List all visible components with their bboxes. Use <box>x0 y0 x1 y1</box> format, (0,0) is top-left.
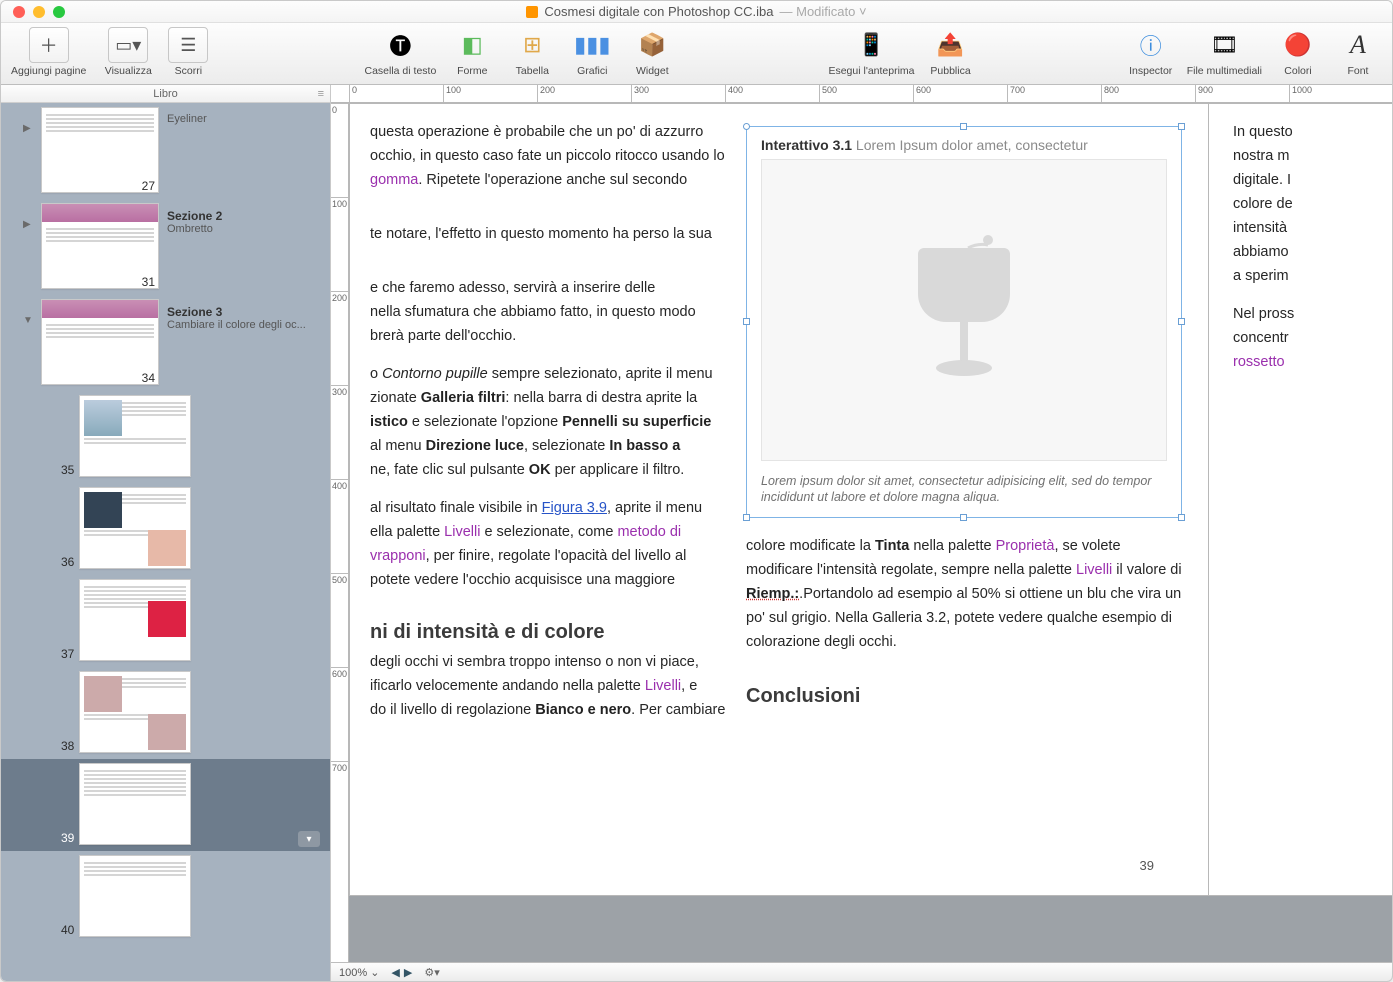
document-status[interactable]: — Modificato ˅ <box>779 4 866 19</box>
link[interactable]: rossetto <box>1233 354 1285 370</box>
maximize-icon[interactable] <box>53 6 65 18</box>
sidebar-item[interactable]: ▶ 31 Sezione 2 Ombretto <box>1 199 330 295</box>
status-bar: 100% ⌄ ◀▶ ⚙︎▾ <box>331 962 1392 981</box>
sidebar-item[interactable]: ▶ 27 Eyeliner <box>1 103 330 199</box>
keynote-icon <box>904 228 1024 393</box>
sidebar-item[interactable]: ▼ 34 Sezione 3 Cambiare il colore degli … <box>1 295 330 391</box>
colors-button[interactable]: 🔴Colori <box>1274 27 1322 77</box>
sidebar-item[interactable]: 36 <box>1 483 330 575</box>
minimize-icon[interactable] <box>33 6 45 18</box>
inspector-button[interactable]: ⓘInspector <box>1127 27 1175 77</box>
page-number: 39 <box>1140 858 1154 873</box>
widget-title[interactable]: Interattivo 3.1 Lorem Ipsum dolor amet, … <box>747 127 1181 159</box>
fonts-button[interactable]: AFont <box>1334 27 1382 77</box>
link[interactable]: metodo di <box>617 524 681 540</box>
chevron-right-icon[interactable]: ▶ <box>23 123 31 134</box>
link[interactable]: Livelli <box>1076 562 1112 578</box>
resize-handle[interactable] <box>743 123 750 130</box>
resize-handle[interactable] <box>1178 514 1185 521</box>
next-page-icon: ▶ <box>402 967 414 979</box>
sidebar-item[interactable]: 37 <box>1 575 330 667</box>
text-column-right[interactable]: colore modificate la Tinta nella palette… <box>746 534 1182 708</box>
text-column-left[interactable]: questa operazione è probabile che un po'… <box>370 120 740 722</box>
gear-icon[interactable]: ⚙︎▾ <box>424 966 439 979</box>
sidebar-header: Libro ≡ <box>1 85 330 103</box>
widget-button[interactable]: 📦Widget <box>628 27 676 77</box>
widget-caption[interactable]: Lorem ipsum dolor sit amet, consectetur … <box>747 471 1181 517</box>
close-icon[interactable] <box>13 6 25 18</box>
charts-button[interactable]: ▮▮▮Grafici <box>568 27 616 77</box>
publish-button[interactable]: 📤Pubblica <box>927 27 975 77</box>
link[interactable]: Proprietà <box>996 538 1055 554</box>
toolbar: ＋ Aggiungi pagine ▭▾ Visualizza ☰ Scorri… <box>1 23 1392 85</box>
scroll-button[interactable]: ☰ Scorri <box>164 27 212 77</box>
link[interactable]: Figura 3.9 <box>542 500 607 516</box>
document-title: Cosmesi digitale con Photoshop CC.iba <box>544 4 773 19</box>
chevron-right-icon[interactable]: ▶ <box>23 219 31 230</box>
document-icon <box>526 6 538 18</box>
view-button[interactable]: ▭▾ Visualizza <box>104 27 152 77</box>
canvas: 0 100 200 300 400 500 600 700 800 900 10… <box>331 85 1392 981</box>
thumbnail-list[interactable]: ▶ 27 Eyeliner ▶ 31 Sezione 2 <box>1 103 330 981</box>
chevron-down-icon[interactable]: ▼ <box>23 315 33 326</box>
page-40[interactable]: In questo nostra m digitale. I colore de… <box>1209 103 1392 896</box>
resize-handle[interactable] <box>1178 123 1185 130</box>
sidebar-item-selected[interactable]: 39 ▾ <box>1 759 330 851</box>
page-39[interactable]: questa operazione è probabile che un po'… <box>349 103 1209 896</box>
resize-handle[interactable] <box>1178 318 1185 325</box>
sidebar-item[interactable]: 40 <box>1 851 330 943</box>
resize-handle[interactable] <box>743 318 750 325</box>
resize-handle[interactable] <box>960 514 967 521</box>
heading: ni di intensità e di colore <box>370 620 740 644</box>
ruler-horizontal: 0 100 200 300 400 500 600 700 800 900 10… <box>331 85 1392 103</box>
keynote-widget[interactable]: Interattivo 3.1 Lorem Ipsum dolor amet, … <box>746 126 1182 518</box>
resize-handle[interactable] <box>960 123 967 130</box>
app-window: Cosmesi digitale con Photoshop CC.iba — … <box>0 0 1393 982</box>
add-pages-button[interactable]: ＋ Aggiungi pagine <box>11 27 86 77</box>
preview-button[interactable]: 📱Esegui l'anteprima <box>828 27 914 77</box>
prev-page-icon: ◀ <box>389 967 401 979</box>
link[interactable]: Livelli <box>444 524 480 540</box>
window-title: Cosmesi digitale con Photoshop CC.iba — … <box>526 4 866 19</box>
media-button[interactable]: 🎞File multimediali <box>1187 27 1262 77</box>
text-box-button[interactable]: 🅣Casella di testo <box>365 27 437 77</box>
text-column[interactable]: In questo nostra m digitale. I colore de… <box>1229 120 1388 374</box>
link[interactable]: Livelli <box>645 678 681 694</box>
page-nav[interactable]: ◀▶ <box>389 966 414 979</box>
link[interactable]: vrapponi <box>370 548 426 564</box>
zoom-level[interactable]: 100% ⌄ <box>339 966 379 979</box>
titlebar: Cosmesi digitale con Photoshop CC.iba — … <box>1 1 1392 23</box>
sidebar-item[interactable]: 38 <box>1 667 330 759</box>
widget-preview[interactable] <box>761 159 1167 461</box>
stage[interactable]: questa operazione è probabile che un po'… <box>331 103 1392 962</box>
link[interactable]: gomma <box>370 172 418 188</box>
shapes-button[interactable]: ◧Forme <box>448 27 496 77</box>
traffic-lights <box>13 6 65 18</box>
sidebar: Libro ≡ ▶ 27 Eyeliner ▶ <box>1 85 331 981</box>
sidebar-menu-icon[interactable]: ≡ <box>318 88 324 100</box>
sidebar-item[interactable]: 35 <box>1 391 330 483</box>
chevron-down-icon[interactable]: ▾ <box>298 831 320 847</box>
heading: Conclusioni <box>746 684 1182 708</box>
table-button[interactable]: ⊞Tabella <box>508 27 556 77</box>
resize-handle[interactable] <box>743 514 750 521</box>
